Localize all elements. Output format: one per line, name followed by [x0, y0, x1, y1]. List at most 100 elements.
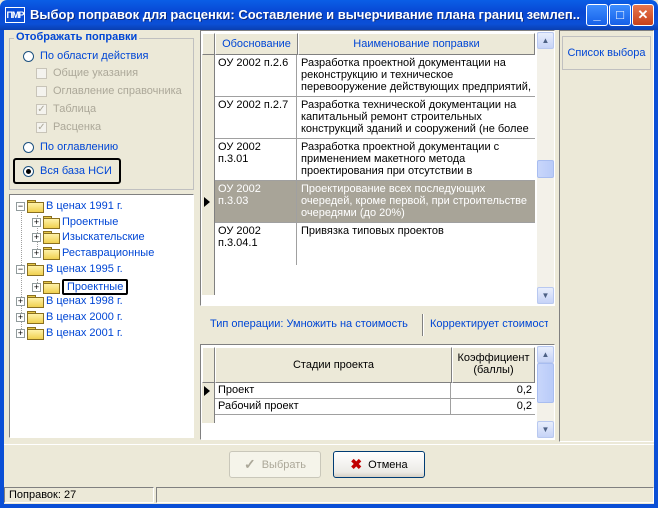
cell-code: ОУ 2002 п.2.6	[215, 55, 297, 96]
status-bar: Поправок: 27	[4, 486, 654, 504]
grid-header-code[interactable]: Обоснование	[215, 33, 298, 55]
table-row[interactable]: ОУ 2002 п.2.6 Разработка проектной докум…	[215, 55, 535, 97]
expand-icon[interactable]: +	[32, 282, 41, 292]
button-area	[4, 444, 654, 484]
checkbox-box	[36, 85, 47, 97]
cell-name: Привязка типовых проектов	[301, 225, 444, 237]
scroll-thumb[interactable]	[537, 363, 554, 403]
radio-by-scope[interactable]: По области действия	[23, 50, 148, 62]
stages-header-stage[interactable]: Стадии проекта	[215, 347, 452, 383]
folder-icon	[27, 295, 44, 308]
folder-icon	[43, 231, 60, 244]
maximize-button[interactable]: □	[609, 4, 631, 26]
grid-scrollbar[interactable]: ▲ ▼	[537, 32, 554, 304]
tree-node-1991-restoration[interactable]: + Реставрационные	[32, 246, 154, 260]
expand-icon[interactable]: +	[16, 312, 25, 322]
stages-header-coef[interactable]: Коэффициент (баллы)	[452, 347, 535, 383]
check-table[interactable]: ✓ Таблица	[36, 103, 96, 115]
corrections-grid[interactable]: Обоснование Наименование поправки ОУ 200…	[200, 30, 555, 306]
radio-dot	[23, 50, 34, 62]
tree-node-1991-design[interactable]: + Проектные	[32, 215, 118, 229]
cell-coef[interactable]: 0,2	[452, 399, 535, 414]
expand-icon[interactable]: +	[32, 248, 41, 258]
tree-node-label: Реставрационные	[62, 247, 155, 259]
tree-node-label: В ценах 1991 г.	[46, 200, 123, 212]
stages-scrollbar[interactable]: ▲ ▼	[537, 346, 554, 438]
status-empty	[156, 487, 654, 503]
folder-icon	[43, 216, 60, 229]
filter-group-title: Отображать поправки	[14, 31, 140, 43]
grid-header-name[interactable]: Наименование поправки	[298, 33, 535, 55]
check-general[interactable]: Общие указания	[36, 67, 138, 79]
scroll-down-icon[interactable]: ▼	[537, 421, 554, 438]
radio-by-toc[interactable]: По оглавлению	[23, 141, 118, 153]
side-panel	[559, 30, 654, 442]
table-row[interactable]: ОУ 2002 п.3.04.1 Привязка типовых проект…	[215, 223, 535, 265]
tree-node-label-selected: Проектные	[62, 279, 129, 295]
check-icon: ✓	[243, 456, 256, 472]
stages-grid[interactable]: Стадии проекта Коэффициент (баллы) Проек…	[200, 344, 555, 440]
table-row[interactable]: Рабочий проект 0,2	[215, 399, 535, 415]
selection-list-button[interactable]: Список выбора	[562, 36, 651, 70]
window-frame-bottom	[0, 504, 658, 508]
window-frame-left	[0, 30, 4, 508]
select-button[interactable]: ✓ Выбрать	[229, 451, 321, 478]
tree-node-1998[interactable]: + В ценах 1998 г.	[16, 294, 123, 308]
scroll-thumb[interactable]	[537, 160, 554, 178]
check-rate[interactable]: ✓ Расценка	[36, 121, 101, 133]
folder-icon	[43, 247, 60, 260]
collapse-icon[interactable]: −	[16, 201, 25, 211]
radio-dot-selected	[23, 165, 34, 177]
scroll-up-icon[interactable]: ▲	[537, 346, 554, 363]
check-rate-label: Расценка	[53, 121, 102, 133]
folder-icon	[27, 200, 44, 213]
expand-icon[interactable]: +	[16, 328, 25, 338]
minimize-button[interactable]: _	[586, 4, 608, 26]
operation-bar: Тип операции: Умножить на стоимость Корр…	[200, 310, 555, 340]
window-title: Выбор поправок для расценки: Составление…	[30, 7, 580, 22]
price-tree[interactable]: − В ценах 1991 г. + Проектные + Изыскате…	[9, 194, 194, 438]
close-button[interactable]: ✕	[632, 4, 654, 26]
table-row[interactable]: ОУ 2002 п.3.01 Разработка проектной доку…	[215, 139, 535, 181]
expand-icon[interactable]: +	[16, 296, 25, 306]
current-row-arrow-icon	[204, 386, 210, 396]
scroll-down-icon[interactable]: ▼	[537, 287, 554, 304]
tree-node-label: Проектные	[62, 216, 119, 228]
radio-dot	[23, 141, 34, 153]
tree-node-label: В ценах 2000 г.	[46, 311, 123, 323]
tree-node-2000[interactable]: + В ценах 2000 г.	[16, 310, 123, 324]
radio-whole-db-label: Вся база НСИ	[40, 165, 112, 177]
grid-header-indicator	[202, 33, 215, 55]
radio-by-toc-label: По оглавлению	[40, 141, 119, 153]
tree-node-1991[interactable]: − В ценах 1991 г.	[16, 199, 123, 213]
title-bar[interactable]: ПМР Выбор поправок для расценки: Составл…	[0, 0, 658, 30]
table-row[interactable]: Проект 0,2	[215, 383, 535, 399]
expand-icon[interactable]: +	[32, 217, 41, 227]
tree-node-label: В ценах 1995 г.	[46, 263, 123, 275]
cancel-button-label: Отмена	[368, 458, 408, 471]
table-row[interactable]: ОУ 2002 п.2.7 Разработка технической док…	[215, 97, 535, 139]
expand-icon[interactable]: +	[32, 232, 41, 242]
cell-stage: Рабочий проект	[215, 399, 451, 414]
table-row-selected[interactable]: ОУ 2002 п.3.03 Проектирование всех после…	[215, 181, 535, 223]
tree-node-label: Изыскательские	[62, 231, 145, 243]
current-row-arrow-icon	[204, 197, 210, 207]
collapse-icon[interactable]: −	[16, 264, 25, 274]
cell-coef[interactable]: 0,2	[452, 383, 535, 398]
status-count: Поправок: 27	[4, 487, 154, 503]
radio-by-scope-label: По области действия	[40, 50, 149, 62]
cell-name: Разработка проектной документации с прим…	[301, 141, 500, 177]
select-button-label: Выбрать	[261, 458, 307, 471]
radio-whole-db[interactable]: Вся база НСИ	[23, 165, 112, 177]
cell-name: Разработка проектной документации на рек…	[301, 57, 532, 93]
scroll-up-icon[interactable]: ▲	[537, 32, 554, 49]
tree-node-1991-survey[interactable]: + Изыскательские	[32, 230, 145, 244]
check-toc[interactable]: Оглавление справочника	[36, 85, 182, 97]
tree-node-2001[interactable]: + В ценах 2001 г.	[16, 326, 123, 340]
cancel-button[interactable]: ✖ Отмена	[333, 451, 425, 478]
operation-corrects: Корректирует стоимость	[430, 318, 548, 330]
tree-node-1995[interactable]: − В ценах 1995 г.	[16, 262, 123, 276]
check-toc-label: Оглавление справочника	[53, 85, 182, 97]
tree-node-label: В ценах 1998 г.	[46, 295, 123, 307]
folder-icon	[27, 327, 44, 340]
